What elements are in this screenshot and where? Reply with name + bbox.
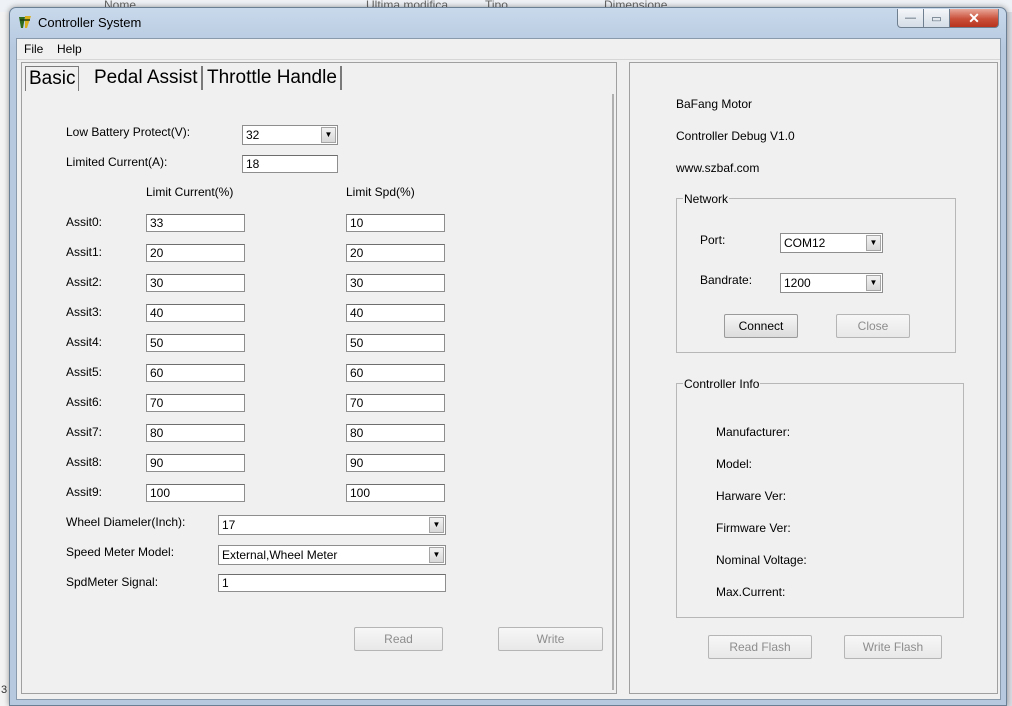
title-bar[interactable]: Controller System — ▭ ✕	[10, 8, 1006, 38]
firmware-version-label: Firmware Ver:	[716, 521, 791, 535]
assist-speed-input[interactable]: 30	[346, 274, 445, 292]
assist-label: Assit1:	[66, 245, 103, 259]
limited-current-input[interactable]: 18	[242, 155, 338, 173]
assist-speed-input[interactable]: 20	[346, 244, 445, 262]
assist-current-input[interactable]: 90	[146, 454, 245, 472]
assist-label: Assit5:	[66, 365, 103, 379]
assist-current-input[interactable]: 70	[146, 394, 245, 412]
write-button[interactable]: Write	[498, 627, 603, 651]
assist-speed-input[interactable]: 60	[346, 364, 445, 382]
assist-speed-input[interactable]: 10	[346, 214, 445, 232]
wheel-diameter-label: Wheel Diameler(Inch):	[66, 515, 186, 529]
minimize-button[interactable]: —	[897, 9, 924, 28]
network-group-title: Network	[683, 192, 730, 206]
limit-speed-header: Limit Spd(%)	[346, 185, 415, 199]
assist-current-input[interactable]: 60	[146, 364, 245, 382]
assist-speed-input[interactable]: 70	[346, 394, 445, 412]
maximize-button[interactable]: ▭	[923, 9, 950, 28]
low-battery-value: 32	[246, 128, 260, 142]
menu-help[interactable]: Help	[57, 42, 82, 56]
bg-row-number: 3	[1, 684, 8, 696]
port-select[interactable]: COM12 ▼	[780, 233, 883, 253]
assist-label: Assit7:	[66, 425, 103, 439]
tab-basic[interactable]: Basic	[25, 66, 80, 91]
port-value: COM12	[784, 236, 826, 250]
read-flash-button[interactable]: Read Flash	[708, 635, 812, 659]
app-window: Controller System — ▭ ✕ File Help Basic …	[9, 7, 1007, 706]
panel-scroll-edge	[612, 94, 614, 690]
assist-speed-input[interactable]: 90	[346, 454, 445, 472]
controller-info-title: Controller Info	[683, 377, 761, 391]
assist-current-input[interactable]: 50	[146, 334, 245, 352]
chevron-down-icon[interactable]: ▼	[429, 547, 444, 563]
nominal-voltage-label: Nominal Voltage:	[716, 553, 807, 567]
speed-meter-model-label: Speed Meter Model:	[66, 545, 175, 559]
low-battery-label: Low Battery Protect(V):	[66, 125, 191, 139]
low-battery-select[interactable]: 32 ▼	[242, 125, 338, 145]
speed-meter-model-select[interactable]: External,Wheel Meter ▼	[218, 545, 446, 565]
chevron-down-icon[interactable]: ▼	[321, 127, 336, 143]
port-label: Port:	[700, 233, 726, 247]
minimize-icon: —	[905, 12, 916, 24]
limited-current-label: Limited Current(A):	[66, 155, 168, 169]
assist-label: Assit2:	[66, 275, 103, 289]
read-button[interactable]: Read	[354, 627, 443, 651]
baudrate-label: Bandrate:	[700, 273, 753, 287]
wheel-diameter-select[interactable]: 17 ▼	[218, 515, 446, 535]
hardware-version-label: Harware Ver:	[716, 489, 787, 503]
close-icon: ✕	[968, 9, 980, 26]
tab-pedal-assist[interactable]: Pedal Assist	[91, 66, 203, 90]
assist-label: Assit3:	[66, 305, 103, 319]
chevron-down-icon[interactable]: ▼	[429, 517, 444, 533]
close-window-button[interactable]: ✕	[949, 9, 999, 28]
chevron-down-icon[interactable]: ▼	[866, 275, 881, 291]
write-flash-button[interactable]: Write Flash	[844, 635, 942, 659]
spdmeter-signal-input[interactable]: 1	[218, 574, 446, 592]
assist-current-input[interactable]: 20	[146, 244, 245, 262]
assist-speed-input[interactable]: 50	[346, 334, 445, 352]
menu-bar: File Help	[17, 39, 1000, 60]
maximize-icon: ▭	[931, 12, 942, 25]
baudrate-value: 1200	[784, 276, 811, 290]
baudrate-select[interactable]: 1200 ▼	[780, 273, 883, 293]
client-area: File Help Basic Pedal Assist Throttle Ha…	[16, 38, 1001, 700]
assist-current-input[interactable]: 30	[146, 274, 245, 292]
assist-current-input[interactable]: 100	[146, 484, 245, 502]
assist-speed-input[interactable]: 80	[346, 424, 445, 442]
wheel-diameter-value: 17	[222, 518, 236, 532]
assist-current-input[interactable]: 33	[146, 214, 245, 232]
version-label: Controller Debug V1.0	[676, 129, 795, 143]
assist-label: Assit8:	[66, 455, 103, 469]
spdmeter-signal-label: SpdMeter Signal:	[66, 575, 159, 589]
chevron-down-icon[interactable]: ▼	[866, 235, 881, 251]
assist-current-input[interactable]: 40	[146, 304, 245, 322]
limit-current-header: Limit Current(%)	[146, 185, 234, 199]
assist-label: Assit0:	[66, 215, 103, 229]
speed-meter-model-value: External,Wheel Meter	[222, 548, 338, 562]
model-label: Model:	[716, 457, 753, 471]
assist-speed-input[interactable]: 100	[346, 484, 445, 502]
assist-label: Assit4:	[66, 335, 103, 349]
assist-label: Assit6:	[66, 395, 103, 409]
brand-label: BaFang Motor	[676, 97, 753, 111]
assist-speed-input[interactable]: 40	[346, 304, 445, 322]
window-title: Controller System	[38, 15, 142, 30]
assist-current-input[interactable]: 80	[146, 424, 245, 442]
menu-file[interactable]: File	[24, 42, 43, 56]
close-button[interactable]: Close	[836, 314, 910, 338]
connect-button[interactable]: Connect	[724, 314, 798, 338]
tab-throttle-handle[interactable]: Throttle Handle	[204, 66, 342, 90]
assist-label: Assit9:	[66, 485, 103, 499]
app-icon	[19, 16, 31, 28]
website-label: www.szbaf.com	[676, 161, 760, 175]
manufacturer-label: Manufacturer:	[716, 425, 791, 439]
max-current-label: Max.Current:	[716, 585, 786, 599]
